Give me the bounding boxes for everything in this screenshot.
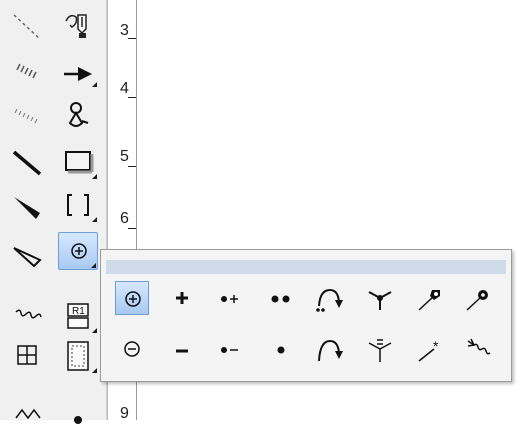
lone-pair-fork-button[interactable] [363,281,397,315]
dotted-line-icon [14,108,38,124]
diradical-icon [271,295,290,303]
ruler-label: 6 [120,210,129,227]
arrow-electron-icon [418,290,440,311]
lasso-icon [68,102,89,127]
radical-dot-button[interactable] [264,332,298,366]
bond-point-icon [466,290,488,311]
lasso-tool[interactable] [58,95,98,133]
dotted-frame-icon [67,341,89,371]
fork-lone-pair-button[interactable] [363,332,397,366]
pen-cursor-icon [65,14,87,38]
arrow-tool[interactable] [58,50,98,88]
hollow-wedge-tool[interactable] [8,232,48,270]
ruler-label: 9 [120,405,129,422]
radical-dot-icon [277,346,285,354]
dotted-line-tool[interactable] [8,95,48,133]
hash-line-icon [16,63,37,79]
flyout-title-bar[interactable] [106,260,506,274]
dotted-frame-tool[interactable] [58,336,98,374]
curved-arrow-radical-icon [316,288,343,312]
wavy-arrow-icon [467,338,491,355]
ruler-tick [128,38,136,39]
r-group-tool[interactable]: R1 [58,296,98,334]
bond-point-button[interactable] [461,281,495,315]
dot-icon [74,416,82,424]
ruler-tick [128,166,136,167]
asterisk-bond-button[interactable]: * [413,332,447,366]
wavy-bond-icon [15,309,42,319]
flyout-indicator-icon [92,174,97,179]
diradical-button[interactable] [264,281,298,315]
flyout-indicator-icon [92,82,97,87]
ruler-label: 5 [120,148,129,165]
circled-minus-icon [124,341,140,357]
radical-plus-icon [221,295,238,303]
solid-bond-tool[interactable] [8,142,48,180]
fork-lone-pair-icon [368,339,392,362]
charge-flyout-palette: * [100,249,512,382]
flyout-indicator-icon [92,328,97,333]
wavy-arrow-button[interactable] [461,332,495,366]
wedge-bond-icon [14,197,40,219]
grid-table-tool[interactable] [8,336,48,374]
minus-button[interactable] [165,332,199,366]
ruler-label: 4 [120,80,129,97]
arrow-electron-button[interactable] [413,281,447,315]
circled-plus-icon [125,291,141,307]
curved-arrow-button[interactable] [311,332,345,366]
lone-pair-fork-icon [368,291,392,310]
tool-palette: R1 [0,0,107,424]
flyout-indicator-icon [91,263,96,268]
orbital-icon [15,408,41,420]
circled-minus-button[interactable] [115,332,149,366]
svg-text:*: * [433,338,439,354]
plus-icon [176,292,188,304]
dashed-line-icon [13,14,41,40]
r1-icon-text: R1 [72,306,85,317]
wedge-bond-tool[interactable] [8,185,48,223]
dot-tool[interactable] [58,394,98,432]
hollow-wedge-icon [13,247,42,268]
arrow-icon [64,67,92,81]
r-group-icon: R1 [67,303,89,329]
curved-arrow-icon [318,339,343,362]
minus-icon [176,349,188,353]
charge-tool[interactable] [58,232,98,270]
asterisk-bond-icon: * [418,338,439,362]
curved-arrow-radical-button[interactable] [311,281,345,315]
dashed-line-tool[interactable] [8,7,48,45]
pen-cursor-tool[interactable] [58,7,98,45]
circled-plus-button[interactable] [115,281,149,315]
ruler-tick [128,97,136,98]
radical-minus-icon [221,347,238,353]
rectangle-tool[interactable] [58,142,98,180]
ruler-tick [128,228,136,229]
grid-table-icon [17,345,37,365]
radical-plus-button[interactable] [213,281,247,315]
solid-bond-icon [12,150,42,176]
hash-line-tool[interactable] [8,50,48,88]
flyout-indicator-icon [92,368,97,373]
rectangle-icon [65,151,94,174]
brackets-icon [67,194,89,216]
brackets-tool[interactable] [58,185,98,223]
radical-minus-button[interactable] [213,332,247,366]
plus-button[interactable] [165,281,199,315]
flyout-indicator-icon [92,217,97,222]
orbital-tool[interactable] [8,394,48,432]
wavy-bond-tool[interactable] [8,296,48,334]
